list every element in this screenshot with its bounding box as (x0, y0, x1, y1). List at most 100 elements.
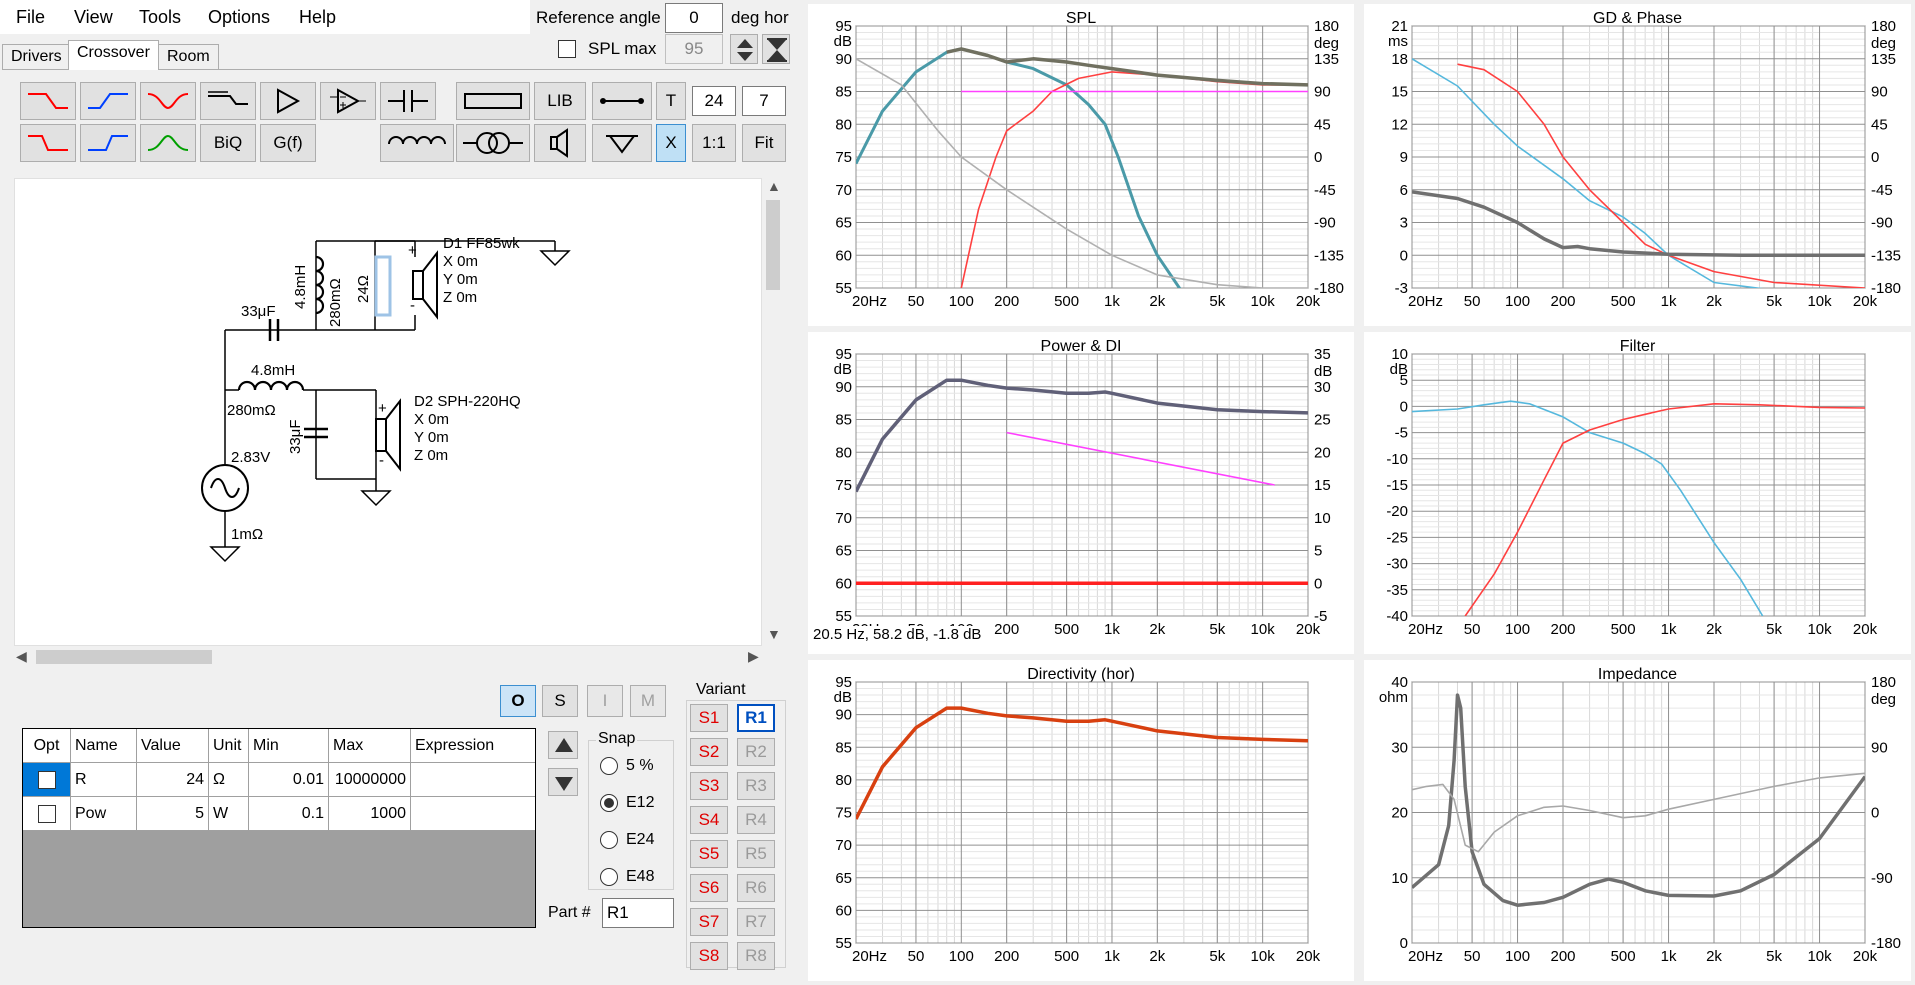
move-up-button[interactable] (548, 731, 578, 759)
unit-cell[interactable]: Ω (209, 763, 249, 797)
name-cell[interactable]: Pow (71, 797, 137, 831)
driver-button[interactable] (534, 124, 586, 162)
variant-s8-button[interactable]: S8 (690, 942, 728, 970)
variant-r8-button[interactable]: R8 (737, 942, 775, 970)
opt-checkbox[interactable] (37, 804, 56, 823)
x-button[interactable]: X (656, 124, 686, 162)
one-to-one-button[interactable]: 1:1 (692, 124, 736, 162)
variant-s5-button[interactable]: S5 (690, 840, 728, 868)
unit-cell[interactable]: W (209, 797, 249, 831)
order-input[interactable]: 24 (692, 86, 736, 116)
inductor-button[interactable] (380, 124, 454, 162)
capacitor-button[interactable] (380, 82, 436, 120)
impedance-chart[interactable]: Impedance 40 30 20 10 0 180 90 0 -90 -180 deg ohm 20… (1364, 660, 1911, 981)
spl-max-input[interactable]: 95 (665, 34, 723, 64)
variant-r6-button[interactable]: R6 (737, 874, 775, 902)
part-input[interactable]: R1 (602, 898, 674, 928)
t-button[interactable]: T (656, 82, 686, 120)
lowpass-button[interactable] (20, 82, 76, 120)
variant-r1-button[interactable]: R1 (737, 704, 775, 732)
tab-drivers[interactable]: Drivers (2, 44, 71, 70)
slope-input[interactable]: 7 (742, 86, 786, 116)
tab-crossover[interactable]: Crossover (68, 40, 159, 70)
menu-help[interactable]: Help (299, 7, 336, 28)
highpass-button[interactable] (80, 82, 136, 120)
menu-view[interactable]: View (74, 7, 113, 28)
spl-max-checkbox[interactable] (558, 40, 576, 58)
menu-file[interactable]: File (16, 7, 45, 28)
scroll-left-icon[interactable]: ◀ (16, 648, 27, 665)
value-cell[interactable]: 5 (137, 797, 209, 831)
spl-max-spinner[interactable] (730, 34, 758, 64)
menu-tools[interactable]: Tools (139, 7, 181, 28)
opt-cell[interactable] (23, 797, 71, 831)
min-cell[interactable]: 0.1 (249, 797, 329, 831)
opt-checkbox[interactable] (37, 770, 56, 789)
notch-button[interactable] (140, 82, 196, 120)
expression-cell[interactable] (411, 797, 535, 831)
variant-s1-button[interactable]: S1 (690, 704, 728, 732)
variant-r2-button[interactable]: R2 (737, 738, 775, 766)
shelf-button[interactable] (200, 82, 256, 120)
transformer-button[interactable] (456, 124, 530, 162)
reference-angle-input[interactable]: 0 (665, 3, 723, 33)
schematic-canvas[interactable]: D1 FF85wk X 0m Y 0m Z 0m + - 4.8mH 280mΩ… (14, 178, 762, 646)
resistor-button[interactable] (456, 82, 530, 120)
directivity-chart[interactable]: Directivity (hor) 95 90 85 80 75 70 65 60 55 dB 20… (808, 660, 1354, 981)
scroll-thumb-horizontal[interactable] (36, 650, 212, 664)
variant-s6-button[interactable]: S6 (690, 874, 728, 902)
spl-max-auto-button[interactable] (762, 34, 790, 64)
transfer-function-button[interactable]: G(f) (260, 124, 316, 162)
spl-chart[interactable]: SPL 95 90 85 80 75 70 65 60 55 180 135 90 45 0 -45 -90-… (808, 4, 1354, 326)
scroll-thumb-vertical[interactable] (766, 200, 780, 290)
lib-button[interactable]: LIB (534, 82, 586, 120)
s-button[interactable]: S (542, 685, 578, 717)
snap-option-e24[interactable]: E24 (600, 831, 654, 849)
fit-button[interactable]: Fit (742, 124, 786, 162)
opt-cell[interactable] (23, 763, 71, 797)
scroll-right-icon[interactable]: ▶ (748, 648, 759, 665)
scroll-up-icon[interactable]: ▲ (767, 178, 781, 194)
snap-option-e12[interactable]: E12 (600, 794, 654, 812)
bandpass-button[interactable] (140, 124, 196, 162)
value-cell[interactable]: 24 (137, 763, 209, 797)
variant-r5-button[interactable]: R5 (737, 840, 775, 868)
o-button[interactable]: O (500, 685, 536, 717)
ground-button[interactable] (592, 124, 652, 162)
variant-s3-button[interactable]: S3 (690, 772, 728, 800)
filter-chart[interactable]: Filter 10 5 0 -5 -10 -15 -20 -25 -30 -35 -40 dB 20Hz… (1364, 332, 1911, 654)
scroll-down-icon[interactable]: ▼ (767, 626, 781, 642)
table-row[interactable]: Pow 5 W 0.1 1000 (23, 797, 535, 831)
max-cell[interactable]: 1000 (329, 797, 411, 831)
highpass-2-button[interactable] (80, 124, 136, 162)
variant-r7-button[interactable]: R7 (737, 908, 775, 936)
i-button[interactable]: I (587, 685, 623, 717)
y-tick-label: 65 (835, 215, 852, 232)
lowpass-2-button[interactable] (20, 124, 76, 162)
power-di-chart[interactable]: Power & DI 95 90 85 80 75 70 65 60 55 35 30 25 20 15 1… (808, 332, 1354, 654)
variant-r4-button[interactable]: R4 (737, 806, 775, 834)
max-cell[interactable]: 10000000 (329, 763, 411, 797)
amplifier-button[interactable] (260, 82, 316, 120)
table-row[interactable]: R 24 Ω 0.01 10000000 (23, 763, 535, 797)
m-button[interactable]: M (630, 685, 666, 717)
variant-s4-button[interactable]: S4 (690, 806, 728, 834)
opamp-button[interactable] (320, 82, 376, 120)
schematic-vertical-scrollbar[interactable]: ▲ ▼ (762, 178, 784, 646)
snap-option-e48[interactable]: E48 (600, 868, 654, 886)
min-cell[interactable]: 0.01 (249, 763, 329, 797)
gd-phase-chart[interactable]: GD & Phase 21 18 15 12 9 6 3 0 -3 180 135 90 45 0 -45-… (1364, 4, 1911, 326)
expression-cell[interactable] (411, 763, 535, 797)
move-down-button[interactable] (548, 768, 578, 796)
variant-s7-button[interactable]: S7 (690, 908, 728, 936)
variant-r3-button[interactable]: R3 (737, 772, 775, 800)
menu-options[interactable]: Options (208, 7, 270, 28)
variant-s2-button[interactable]: S2 (690, 738, 728, 766)
schematic-horizontal-scrollbar[interactable]: ◀ ▶ (14, 646, 766, 668)
wire-button[interactable] (592, 82, 652, 120)
name-cell[interactable]: R (71, 763, 137, 797)
tab-room[interactable]: Room (158, 44, 219, 70)
y2-tick-label: 0 (1871, 149, 1879, 166)
snap-option-5pct[interactable]: 5 % (600, 757, 654, 775)
biquad-button[interactable]: BiQ (200, 124, 256, 162)
